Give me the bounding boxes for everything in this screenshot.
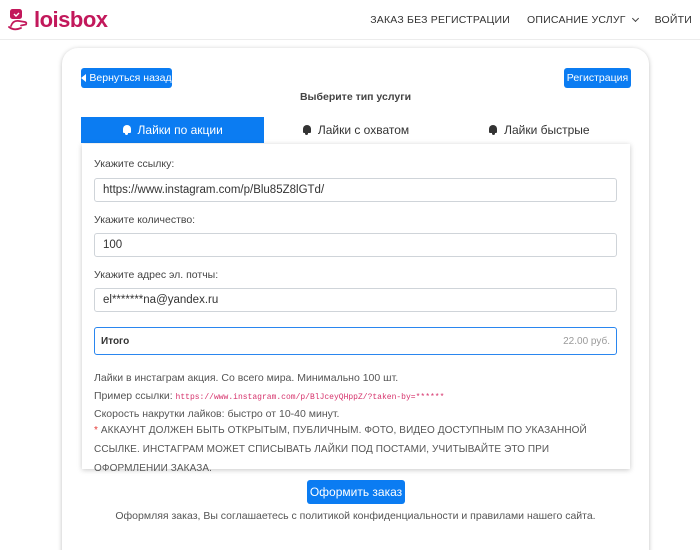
service-tabs: Лайки по акции Лайки с охватом Лайки быс… [81,117,631,143]
main-nav: ЗАКАЗ БЕЗ РЕГИСТРАЦИИ ОПИСАНИЕ УСЛУГ ВОЙ… [353,0,692,40]
logo-text: loisbox [34,7,108,32]
total-value: 22.00 руб. [563,335,610,347]
tab-reach-likes-label: Лайки с охватом [317,123,410,137]
quantity-label: Укажите количество: [94,214,196,226]
tab-reach-likes[interactable]: Лайки с охватом [264,117,447,143]
bell-icon [122,125,131,135]
place-order-button[interactable]: Оформить заказ [307,480,405,504]
link-label: Укажите ссылку: [94,158,175,170]
back-button[interactable]: Вернуться назад [81,68,172,88]
nav-login[interactable]: ВОЙТИ [655,14,692,26]
order-card: Вернуться назад Регистрация Выберите тип… [62,48,649,550]
nav-order-without-registration[interactable]: ЗАКАЗ БЕЗ РЕГИСТРАЦИИ [370,14,510,26]
bell-icon [489,125,498,135]
top-navbar: loisbox ЗАКАЗ БЕЗ РЕГИСТРАЦИИ ОПИСАНИЕ У… [0,0,700,40]
warning-text: АККАУНТ ДОЛЖЕН БЫТЬ ОТКРЫТЫМ, ПУБЛИЧНЫМ.… [94,425,587,474]
link-example: Пример ссылки: https://www.instagram.com… [94,390,444,402]
link-example-prefix: Пример ссылки: [94,390,173,402]
arrow-left-icon [81,74,87,82]
logo[interactable]: loisbox [8,7,108,33]
quantity-input[interactable]: 100 [94,233,617,257]
warning-star: * [94,425,98,436]
agreement-text: Оформляя заказ, Вы соглашаетесь с полити… [115,510,596,522]
speed-info: Скорость накрутки лайков: быстро от 10-4… [94,408,340,420]
link-example-code: https://www.instagram.com/p/BlJceyQHppZ/… [175,393,445,402]
link-input[interactable]: https://www.instagram.com/p/Blu85Z8lGTd/ [94,178,617,202]
place-order-button-label: Оформить заказ [309,485,403,499]
email-input[interactable]: el*******na@yandex.ru [94,288,617,312]
nav-order-without-registration-label: ЗАКАЗ БЕЗ РЕГИСТРАЦИИ [370,14,511,26]
tab-fast-likes-label: Лайки быстрые [504,123,590,137]
email-label: Укажите адрес эл. потчы: [94,269,219,281]
service-type-title: Выберите тип услуги [299,91,412,103]
bell-icon [302,125,311,135]
tab-promo-likes[interactable]: Лайки по акции [81,117,265,143]
registration-button-label: Регистрация [566,72,629,84]
total-box: Итого 22.00 руб. [94,327,617,355]
nav-services-description[interactable]: ОПИСАНИЕ УСЛУГ [527,14,639,26]
logo-icon [8,8,30,32]
nav-login-label: ВОЙТИ [654,14,692,26]
nav-services-description-label: ОПИСАНИЕ УСЛУГ [527,14,626,26]
tab-fast-likes[interactable]: Лайки быстрые [448,117,631,143]
back-button-label: Вернуться назад [89,72,172,84]
chevron-down-icon [631,14,639,23]
account-warning: * АККАУНТ ДОЛЖЕН БЫТЬ ОТКРЫТЫМ, ПУБЛИЧНЫ… [94,421,614,478]
total-label: Итого [101,335,130,347]
registration-button[interactable]: Регистрация [564,68,631,88]
order-form-panel: Укажите ссылку: https://www.instagram.co… [82,144,630,474]
tab-promo-likes-label: Лайки по акции [137,123,223,137]
info-description: Лайки в инстаграм акция. Со всего мира. … [94,372,399,384]
